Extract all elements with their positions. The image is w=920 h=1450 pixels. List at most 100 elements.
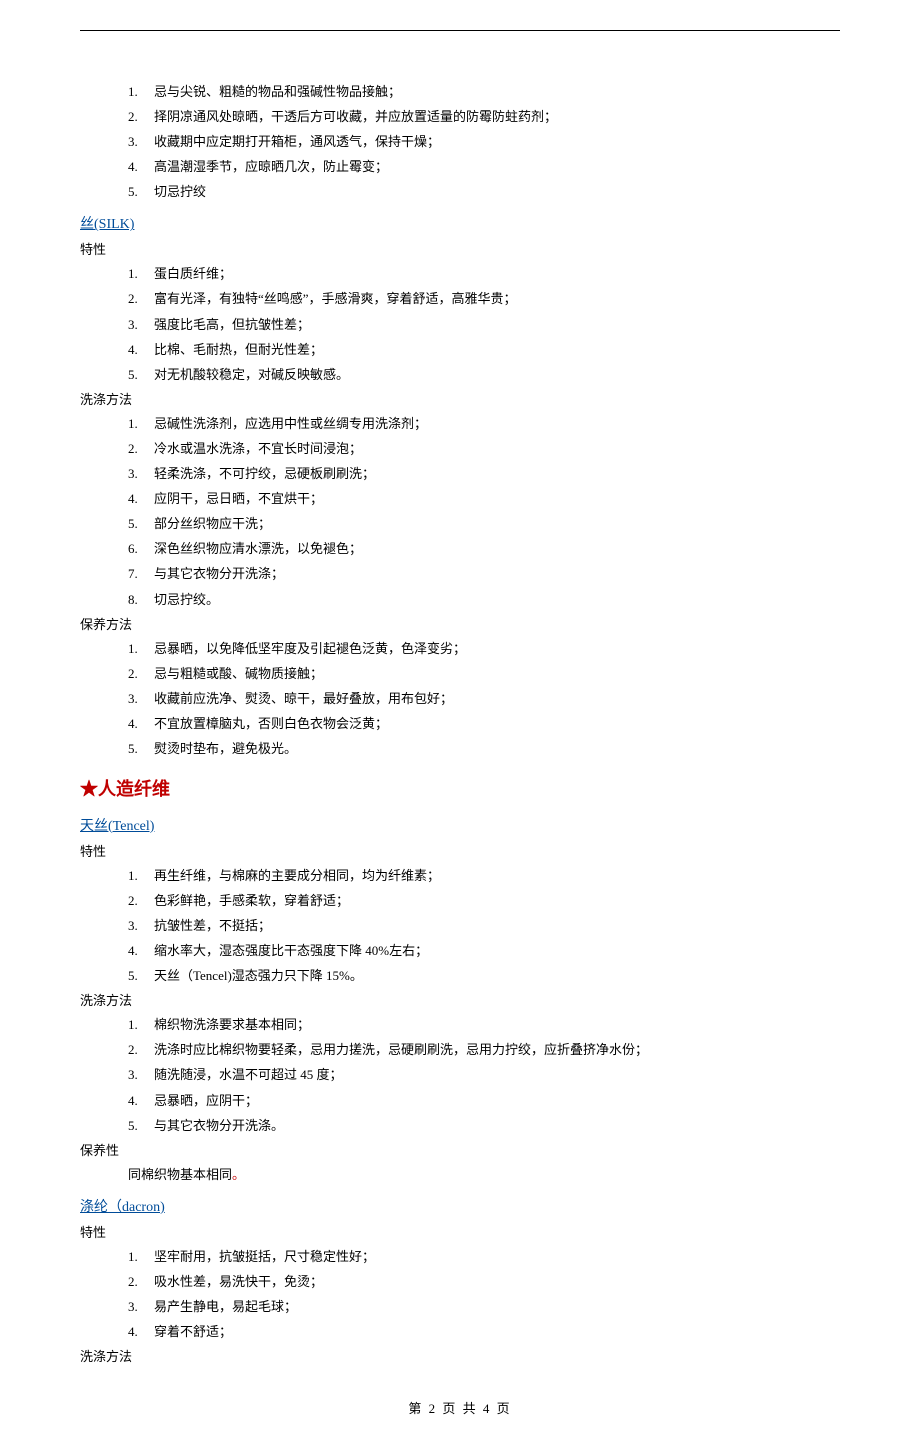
list-item: 2.忌与粗糙或酸、碱物质接触； bbox=[128, 663, 840, 685]
list-number: 2. bbox=[128, 663, 138, 685]
list-number: 3. bbox=[128, 1064, 138, 1086]
list-text: 收藏期中应定期打开箱柜，通风透气，保持干燥； bbox=[154, 134, 440, 149]
list-item: 3.轻柔洗涤，不可拧绞，忌硬板刷刷洗； bbox=[128, 463, 840, 485]
list-item: 3.收藏前应洗净、熨烫、晾干，最好叠放，用布包好； bbox=[128, 688, 840, 710]
list-text: 吸水性差，易洗快干，免烫； bbox=[154, 1274, 323, 1289]
list-item: 5.天丝（Tencel)湿态强力只下降 15%。 bbox=[128, 965, 840, 987]
list-item: 1.忌碱性洗涤剂，应选用中性或丝绸专用洗涤剂； bbox=[128, 413, 840, 435]
dacron-properties-list: 1.坚牢耐用，抗皱挺括，尺寸稳定性好；2.吸水性差，易洗快干，免烫；3.易产生静… bbox=[80, 1246, 840, 1343]
list-item: 1.棉织物洗涤要求基本相同； bbox=[128, 1014, 840, 1036]
list-number: 1. bbox=[128, 865, 138, 887]
tencel-care-text: 同棉织物基本相同。 bbox=[80, 1164, 840, 1186]
list-text: 蛋白质纤维； bbox=[154, 266, 232, 281]
list-text: 熨烫时垫布，避免极光。 bbox=[154, 741, 297, 756]
list-item: 2.洗涤时应比棉织物要轻柔，忌用力搓洗，忌硬刷刷洗，忌用力拧绞，应折叠挤净水份； bbox=[128, 1039, 840, 1061]
list-text: 忌与尖锐、粗糙的物品和强碱性物品接触； bbox=[154, 84, 401, 99]
dacron-properties-label: 特性 bbox=[80, 1222, 840, 1244]
list-text: 随洗随浸，水温不可超过 45 度； bbox=[154, 1067, 343, 1082]
silk-wash-list: 1.忌碱性洗涤剂，应选用中性或丝绸专用洗涤剂； 2.冷水或温水洗涤，不宜长时间浸泡… bbox=[80, 413, 840, 611]
list-number: 3. bbox=[128, 688, 138, 710]
list-number: 7. bbox=[128, 563, 138, 585]
list-item: 5. 部分丝织物应干洗； bbox=[128, 513, 840, 535]
silk-heading: 丝(SILK) bbox=[80, 213, 840, 237]
list-text: 色彩鲜艳，手感柔软，穿着舒适； bbox=[154, 893, 349, 908]
list-text: 轻柔洗涤，不可拧绞，忌硬板刷刷洗； bbox=[154, 466, 375, 481]
tencel-properties-label: 特性 bbox=[80, 841, 840, 863]
list-number: 1. bbox=[128, 1246, 138, 1268]
silk-properties-list: 1. 蛋白质纤维； 2. 富有光泽，有独特“丝鸣感”，手感滑爽，穿着舒适，高雅华贵； 3… bbox=[80, 263, 840, 385]
list-item: 2. 色彩鲜艳，手感柔软，穿着舒适； bbox=[128, 890, 840, 912]
list-item: 3.抗皱性差，不挺括； bbox=[128, 915, 840, 937]
list-item: 1. 忌与尖锐、粗糙的物品和强碱性物品接触； bbox=[128, 81, 840, 103]
list-item: 6. 深色丝织物应清水漂洗，以免褪色； bbox=[128, 538, 840, 560]
list-text: 抗皱性差，不挺括； bbox=[154, 918, 271, 933]
list-number: 8. bbox=[128, 589, 138, 611]
tencel-wash-list: 1.棉织物洗涤要求基本相同； 2.洗涤时应比棉织物要轻柔，忌用力搓洗，忌硬刷刷洗，… bbox=[80, 1014, 840, 1136]
list-item: 5. 对无机酸较稳定，对碱反映敏感。 bbox=[128, 364, 840, 386]
list-item: 7. 与其它衣物分开洗涤； bbox=[128, 563, 840, 585]
list-item: 1.坚牢耐用，抗皱挺括，尺寸稳定性好； bbox=[128, 1246, 840, 1268]
list-number: 3. bbox=[128, 1296, 138, 1318]
list-item: 1. 蛋白质纤维； bbox=[128, 263, 840, 285]
list-number: 4. bbox=[128, 940, 138, 962]
page-footer: 第 2 页 共 4 页 bbox=[80, 1398, 840, 1420]
list-number: 4. bbox=[128, 1090, 138, 1112]
silk-care-label: 保养方法 bbox=[80, 614, 840, 636]
list-item: 3. 收藏期中应定期打开箱柜，通风透气，保持干燥； bbox=[128, 131, 840, 153]
list-text: 忌暴晒，应阴干； bbox=[154, 1093, 258, 1108]
list-item: 4.穿着不舒适； bbox=[128, 1321, 840, 1343]
tencel-care-label: 保养性 bbox=[80, 1140, 840, 1162]
list-number: 4. bbox=[128, 339, 138, 361]
list-text: 部分丝织物应干洗； bbox=[154, 516, 271, 531]
list-text: 洗涤时应比棉织物要轻柔，忌用力搓洗，忌硬刷刷洗，忌用力拧绞，应折叠挤净水份； bbox=[154, 1042, 648, 1057]
tencel-heading: 天丝(Tencel) bbox=[80, 815, 840, 839]
list-item: 2.吸水性差，易洗快干，免烫； bbox=[128, 1271, 840, 1293]
list-item: 8.切忌拧绞。 bbox=[128, 589, 840, 611]
list-item: 2. 富有光泽，有独特“丝鸣感”，手感滑爽，穿着舒适，高雅华贵； bbox=[128, 288, 840, 310]
list-number: 2. bbox=[128, 890, 138, 912]
list-number: 4. bbox=[128, 156, 138, 178]
list-item: 1. 再生纤维，与棉麻的主要成分相同，均为纤维素； bbox=[128, 865, 840, 887]
list-number: 1. bbox=[128, 81, 138, 103]
list-text: 再生纤维，与棉麻的主要成分相同，均为纤维素； bbox=[154, 868, 440, 883]
list-item: 3.强度比毛高，但抗皱性差； bbox=[128, 314, 840, 336]
list-item: 3. 随洗随浸，水温不可超过 45 度； bbox=[128, 1064, 840, 1086]
list-number: 5. bbox=[128, 965, 138, 987]
list-text: 缩水率大，湿态强度比干态强度下降 40%左右； bbox=[154, 943, 428, 958]
silk-properties-label: 特性 bbox=[80, 239, 840, 261]
list-number: 2. bbox=[128, 288, 138, 310]
manmade-heading: ★人造纤维 bbox=[80, 774, 840, 805]
list-item: 1. 忌暴晒，以免降低坚牢度及引起褪色泛黄，色泽变劣； bbox=[128, 638, 840, 660]
list-number: 5. bbox=[128, 364, 138, 386]
list-text: 与其它衣物分开洗涤。 bbox=[154, 1118, 284, 1133]
list-item: 2.冷水或温水洗涤，不宜长时间浸泡； bbox=[128, 438, 840, 460]
intro-list: 1.忌与尖锐、粗糙的物品和强碱性物品接触；2.择阴凉通风处晾晒，干透后方可收藏，… bbox=[80, 81, 840, 203]
list-text: 忌暴晒，以免降低坚牢度及引起褪色泛黄，色泽变劣； bbox=[154, 641, 466, 656]
list-number: 4. bbox=[128, 1321, 138, 1343]
list-number: 5. bbox=[128, 513, 138, 535]
list-number: 1. bbox=[128, 638, 138, 660]
silk-care-list: 1. 忌暴晒，以免降低坚牢度及引起褪色泛黄，色泽变劣； 2.忌与粗糙或酸、碱物质接触… bbox=[80, 638, 840, 760]
list-item: 4. 缩水率大，湿态强度比干态强度下降 40%左右； bbox=[128, 940, 840, 962]
list-item: 5.与其它衣物分开洗涤。 bbox=[128, 1115, 840, 1137]
list-number: 3. bbox=[128, 314, 138, 336]
red-period-icon: 。 bbox=[232, 1167, 245, 1182]
list-text: 富有光泽，有独特“丝鸣感”，手感滑爽，穿着舒适，高雅华贵； bbox=[154, 291, 517, 306]
list-number: 2. bbox=[128, 106, 138, 128]
tencel-properties-list: 1. 再生纤维，与棉麻的主要成分相同，均为纤维素； 2. 色彩鲜艳，手感柔软，穿着舒适… bbox=[80, 865, 840, 987]
list-text: 与其它衣物分开洗涤； bbox=[154, 566, 284, 581]
list-number: 5. bbox=[128, 738, 138, 760]
dacron-wash-label: 洗涤方法 bbox=[80, 1346, 840, 1368]
list-item: 4.高温潮湿季节，应晾晒几次，防止霉变； bbox=[128, 156, 840, 178]
list-number: 6. bbox=[128, 538, 138, 560]
list-text: 对无机酸较稳定，对碱反映敏感。 bbox=[154, 367, 349, 382]
list-text: 比棉、毛耐热，但耐光性差； bbox=[154, 342, 323, 357]
list-item: 5.切忌拧绞 bbox=[128, 181, 840, 203]
list-number: 1. bbox=[128, 263, 138, 285]
list-number: 1. bbox=[128, 413, 138, 435]
list-number: 4. bbox=[128, 713, 138, 735]
list-text: 深色丝织物应清水漂洗，以免褪色； bbox=[154, 541, 362, 556]
list-number: 3. bbox=[128, 131, 138, 153]
list-item: 5. 熨烫时垫布，避免极光。 bbox=[128, 738, 840, 760]
silk-wash-label: 洗涤方法 bbox=[80, 389, 840, 411]
